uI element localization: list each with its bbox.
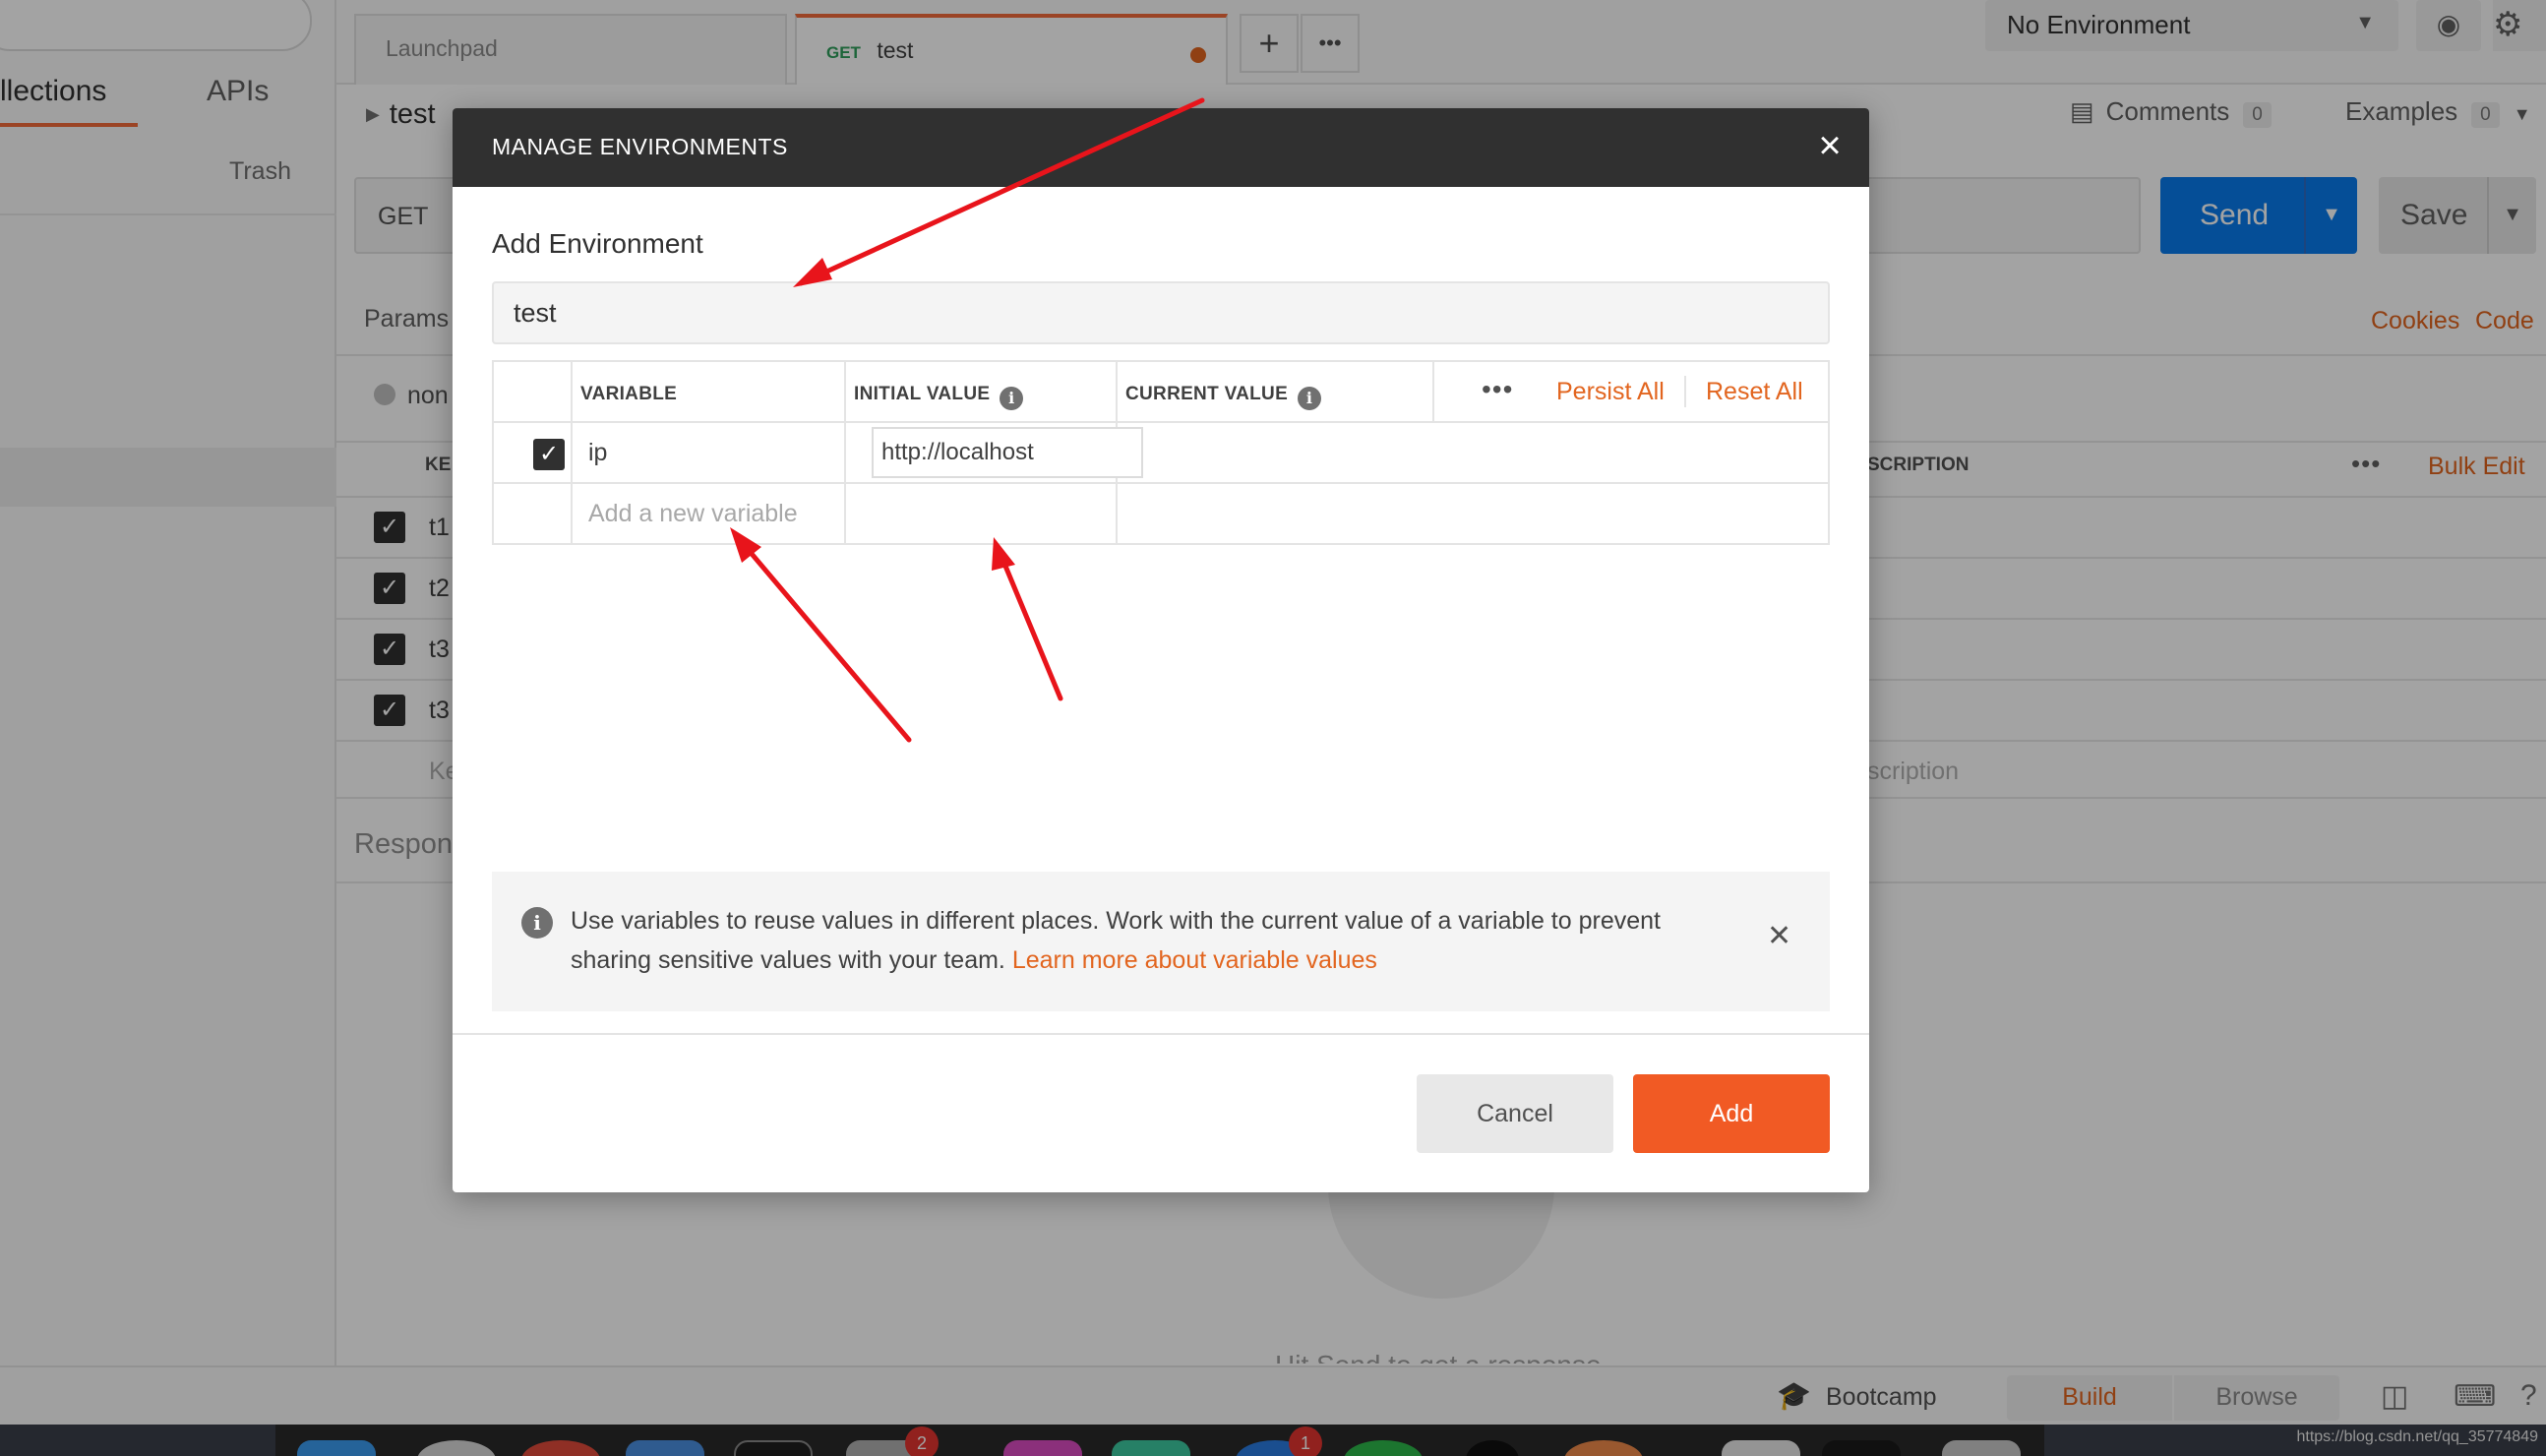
close-icon[interactable]: × xyxy=(1810,126,1849,165)
environment-name-input[interactable] xyxy=(492,281,1830,344)
current-value-column-header: CURRENT VALUE i xyxy=(1125,384,1322,410)
variable-column-label: VARIABLE xyxy=(580,384,678,404)
row-divider xyxy=(494,421,1828,423)
table-more-button[interactable]: ••• xyxy=(1482,374,1513,405)
column-divider xyxy=(1684,376,1686,407)
close-icon[interactable]: ✕ xyxy=(1767,919,1791,953)
modal-title: MANAGE ENVIRONMENTS xyxy=(492,134,788,159)
manage-environments-modal: MANAGE ENVIRONMENTS × Add Environment VA… xyxy=(453,108,1869,1192)
learn-more-link[interactable]: Learn more about variable values xyxy=(1012,946,1377,974)
variables-table: VARIABLE INITIAL VALUE i CURRENT VALUE i •… xyxy=(492,360,1830,545)
cancel-button[interactable]: Cancel xyxy=(1417,1074,1613,1153)
variables-info-banner: i Use variables to reuse values in diffe… xyxy=(492,872,1830,1011)
initial-value-column-header: INITIAL VALUE i xyxy=(854,384,1024,410)
reset-all-button[interactable]: Reset All xyxy=(1706,378,1803,406)
modal-footer-divider xyxy=(453,1033,1869,1035)
column-divider xyxy=(1432,362,1434,421)
info-text: Use variables to reuse values in differe… xyxy=(571,901,1702,980)
info-icon[interactable]: i xyxy=(1298,387,1322,410)
modal-header: MANAGE ENVIRONMENTS × xyxy=(453,108,1869,187)
info-icon: i xyxy=(521,907,553,939)
variable-enabled-checkbox[interactable]: ✓ xyxy=(533,439,565,470)
variable-name-cell[interactable]: ip xyxy=(588,439,607,467)
initial-value-column-label: INITIAL VALUE xyxy=(854,384,991,404)
column-divider xyxy=(844,362,846,543)
new-variable-input[interactable]: Add a new variable xyxy=(588,500,798,528)
current-value-column-label: CURRENT VALUE xyxy=(1125,384,1289,404)
initial-value-input[interactable] xyxy=(872,427,1143,478)
postman-app: llections APIs Trash Launchpad GET test … xyxy=(0,0,2546,1456)
persist-all-button[interactable]: Persist All xyxy=(1556,378,1665,406)
column-divider xyxy=(571,362,573,543)
add-environment-heading: Add Environment xyxy=(492,228,703,259)
add-button[interactable]: Add xyxy=(1633,1074,1830,1153)
row-divider xyxy=(494,482,1828,484)
variable-column-header: VARIABLE xyxy=(580,384,677,405)
info-icon[interactable]: i xyxy=(1000,387,1024,410)
